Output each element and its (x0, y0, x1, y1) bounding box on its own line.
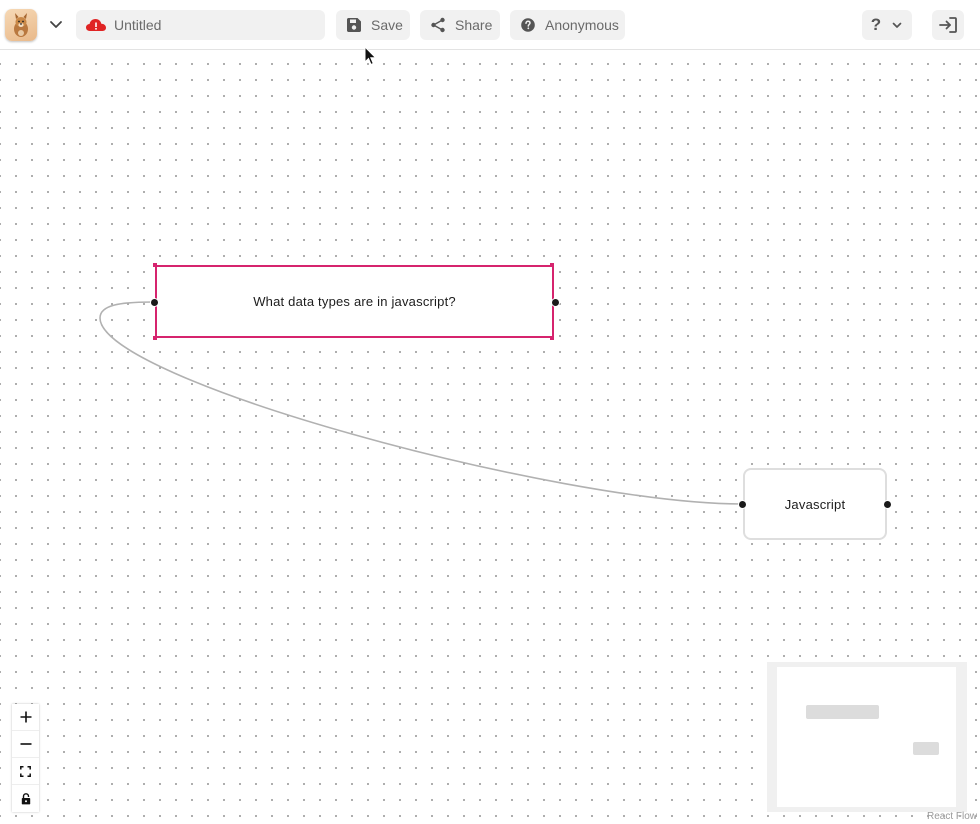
zoom-out-button[interactable] (12, 731, 39, 758)
question-node[interactable]: What data types are in javascript? (155, 265, 554, 338)
cloud-alert-icon (86, 19, 106, 31)
fit-view-icon (20, 765, 31, 777)
lock-icon (21, 792, 30, 804)
question-node-label: What data types are in javascript? (253, 294, 456, 309)
toggle-interactivity-button[interactable] (12, 785, 39, 812)
question-circle-icon (520, 17, 536, 33)
avatar[interactable] (5, 9, 37, 41)
sign-in-icon (939, 17, 957, 33)
dog-avatar-icon (14, 13, 28, 37)
anonymous-user-button[interactable]: Anonymous (510, 10, 625, 40)
minimap-viewport[interactable] (777, 667, 956, 807)
document-title-input[interactable] (114, 10, 314, 40)
floppy-disk-icon (346, 17, 362, 33)
chevron-down-icon (892, 22, 902, 28)
resize-handle-bottom-left[interactable] (153, 336, 157, 340)
mouse-pointer-icon (364, 46, 377, 66)
minimap[interactable] (767, 662, 967, 812)
question-node-source-handle[interactable] (551, 298, 560, 307)
document-title-field[interactable] (76, 10, 325, 40)
minimap-node-question (806, 705, 879, 719)
sign-in-button[interactable] (932, 10, 964, 40)
account-menu-toggle[interactable] (46, 14, 66, 34)
zoom-controls (12, 704, 39, 812)
minimap-node-topic (913, 742, 939, 755)
save-label: Save (371, 17, 403, 33)
resize-handle-top-left[interactable] (153, 263, 157, 267)
help-menu-button[interactable]: ? (862, 10, 912, 40)
topic-node[interactable]: Javascript (743, 468, 887, 540)
minus-icon (20, 743, 31, 745)
anonymous-label: Anonymous (545, 17, 619, 33)
topic-node-label: Javascript (784, 496, 846, 512)
resize-handle-top-right[interactable] (550, 263, 554, 267)
fit-view-button[interactable] (12, 758, 39, 785)
top-toolbar: Save Share Anonymous ? (0, 0, 980, 50)
save-button[interactable]: Save (336, 10, 410, 40)
share-button[interactable]: Share (420, 10, 500, 40)
question-node-target-handle[interactable] (150, 298, 159, 307)
topic-node-target-handle[interactable] (738, 500, 747, 509)
react-flow-attribution[interactable]: React Flow (927, 811, 977, 822)
plus-icon (20, 711, 31, 723)
topic-node-source-handle[interactable] (883, 500, 892, 509)
help-label: ? (870, 15, 882, 34)
share-icon (430, 17, 446, 33)
resize-handle-bottom-right[interactable] (550, 336, 554, 340)
share-label: Share (455, 17, 493, 33)
zoom-in-button[interactable] (12, 704, 39, 731)
chevron-down-icon (50, 21, 62, 28)
